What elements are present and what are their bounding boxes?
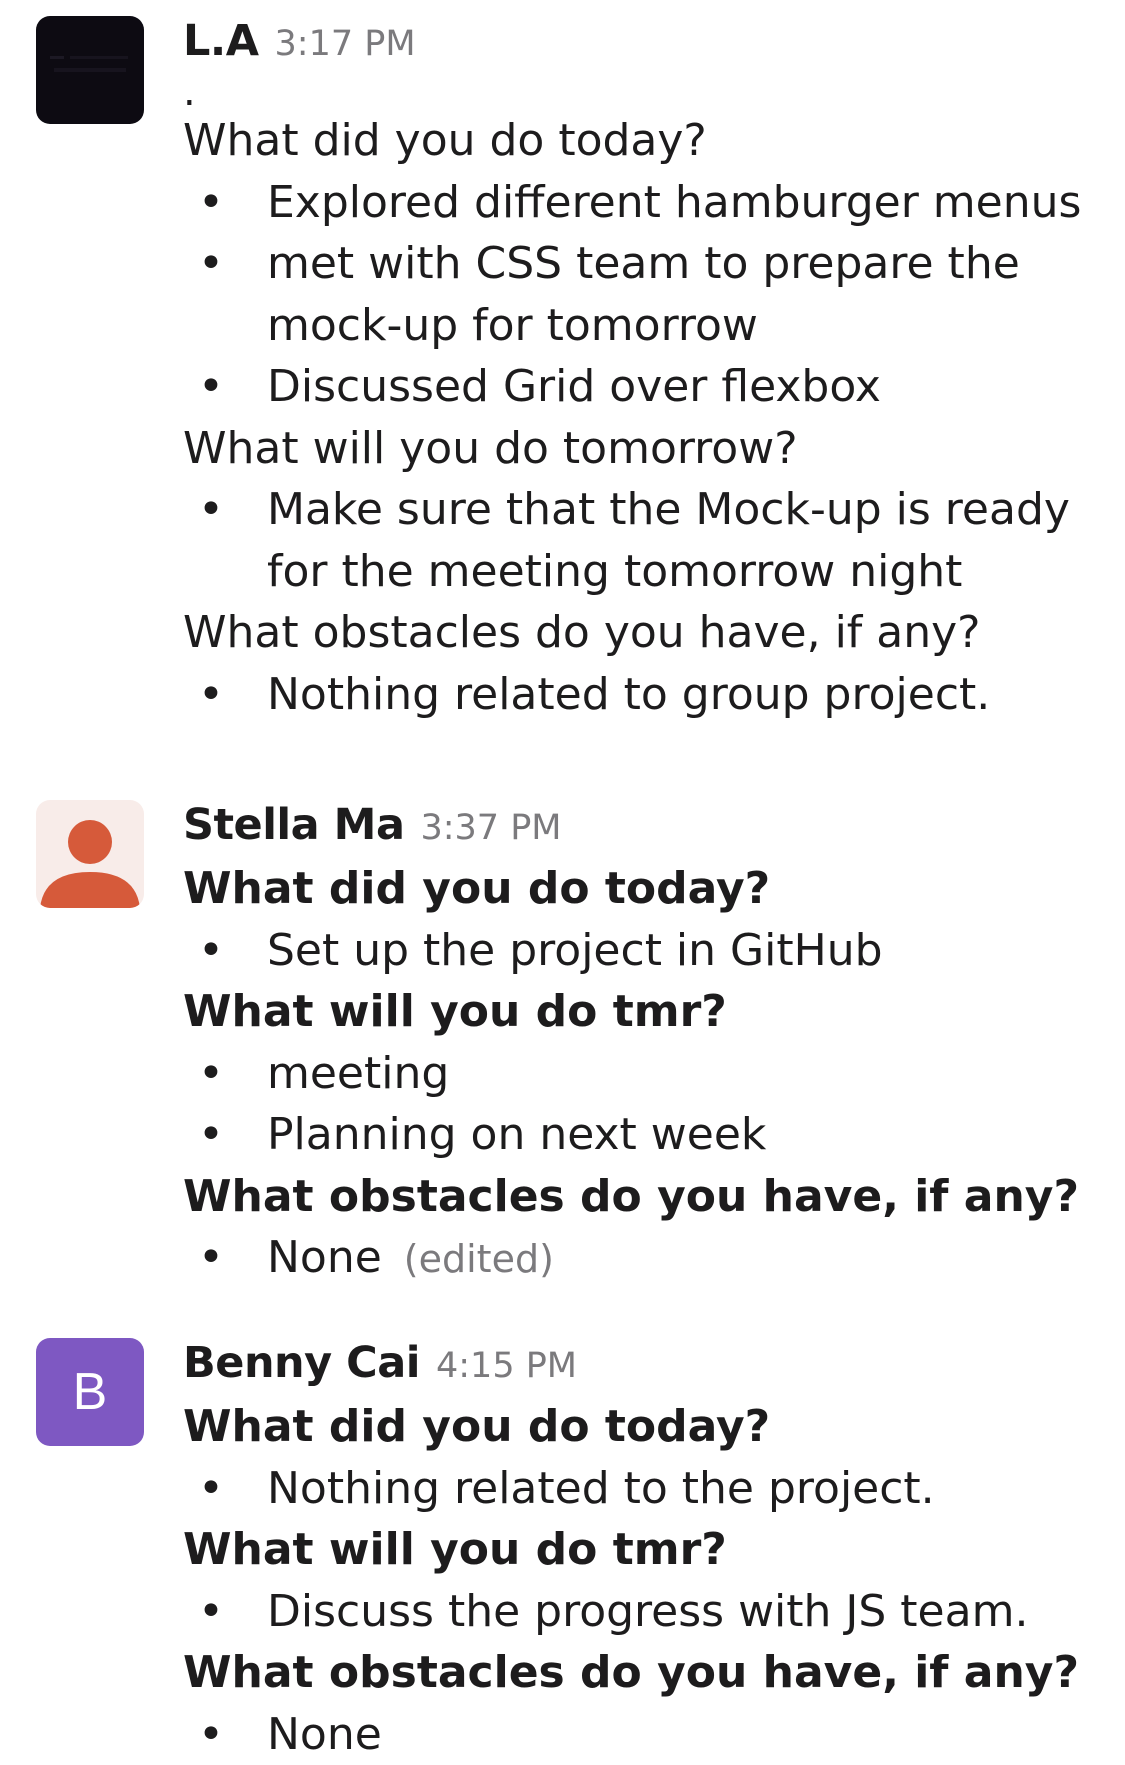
list-item: •Discuss the progress with JS team. xyxy=(183,1581,1105,1643)
list-item: •None xyxy=(183,1704,1105,1765)
message-body: Stella Ma 3:37 PM What did you do today?… xyxy=(183,800,1105,1291)
bullet-icon: • xyxy=(196,1581,226,1643)
bullet-icon: • xyxy=(196,920,226,982)
message-body: Benny Cai 4:15 PM What did you do today?… xyxy=(183,1338,1105,1765)
list-item: •None(edited) xyxy=(183,1227,1105,1291)
avatar[interactable] xyxy=(36,800,144,908)
list-item: •Set up the project in GitHub xyxy=(183,920,1105,982)
bullet-list: •Nothing related to group project. xyxy=(183,664,1105,726)
question-heading: What will you do tmr? xyxy=(183,981,1105,1043)
bullet-list: •Make sure that the Mock-up is ready for… xyxy=(183,479,1105,602)
question-heading: What did you do today? xyxy=(183,1396,1105,1458)
avatar[interactable] xyxy=(36,16,144,124)
message-header: Benny Cai 4:15 PM xyxy=(183,1338,1105,1396)
question-heading: What obstacles do you have, if any? xyxy=(183,1642,1105,1704)
list-item: •Make sure that the Mock-up is ready xyxy=(183,479,1105,541)
list-item: •Nothing related to the project. xyxy=(183,1458,1105,1520)
bullet-icon: • xyxy=(196,1458,226,1520)
avatar[interactable]: B xyxy=(36,1338,144,1446)
message-feed: L.A 3:17 PM . What did you do today? •Ex… xyxy=(0,0,1125,1754)
bullet-list: •Explored different hamburger menus •met… xyxy=(183,172,1105,418)
bullet-icon: • xyxy=(196,479,226,541)
bullet-icon: • xyxy=(196,1104,226,1166)
author-name[interactable]: L.A xyxy=(183,16,259,66)
list-item: •Explored different hamburger menus xyxy=(183,172,1105,234)
question-heading: What will you do tmr? xyxy=(183,1519,1105,1581)
bullet-list: •Set up the project in GitHub xyxy=(183,920,1105,982)
timestamp[interactable]: 4:15 PM xyxy=(436,1346,577,1386)
question-heading: What obstacles do you have, if any? xyxy=(183,1166,1105,1228)
message-body: L.A 3:17 PM . What did you do today? •Ex… xyxy=(183,16,1105,725)
question-heading: What did you do today? xyxy=(183,110,1105,172)
list-item: •Planning on next week xyxy=(183,1104,1105,1166)
author-name[interactable]: Stella Ma xyxy=(183,800,404,850)
edited-label: (edited) xyxy=(404,1237,554,1281)
list-item-continuation: for the meeting tomorrow night xyxy=(183,541,1105,603)
bullet-icon: • xyxy=(196,233,226,295)
list-item: •met with CSS team to prepare the xyxy=(183,233,1105,295)
timestamp[interactable]: 3:37 PM xyxy=(420,808,561,848)
list-item: •meeting xyxy=(183,1043,1105,1105)
bullet-icon: • xyxy=(196,664,226,726)
bullet-list: •None(edited) xyxy=(183,1227,1105,1291)
message-lead: . xyxy=(183,74,1105,110)
bullet-list: •meeting •Planning on next week xyxy=(183,1043,1105,1166)
message-header: L.A 3:17 PM xyxy=(183,16,1105,74)
avatar-letter: B xyxy=(73,1366,108,1418)
author-name[interactable]: Benny Cai xyxy=(183,1338,420,1388)
question-heading: What will you do tomorrow? xyxy=(183,418,1105,480)
question-heading: What obstacles do you have, if any? xyxy=(183,602,1105,664)
bullet-list: •Discuss the progress with JS team. xyxy=(183,1581,1105,1643)
list-item: •Nothing related to group project. xyxy=(183,664,1105,726)
message-header: Stella Ma 3:37 PM xyxy=(183,800,1105,858)
bullet-icon: • xyxy=(196,1227,226,1289)
question-heading: What did you do today? xyxy=(183,858,1105,920)
list-item: •Discussed Grid over flexbox xyxy=(183,356,1105,418)
logo-icon xyxy=(48,46,132,90)
bullet-list: •Nothing related to the project. xyxy=(183,1458,1105,1520)
bullet-icon: • xyxy=(196,1704,226,1765)
person-icon xyxy=(36,800,144,908)
bullet-list: •None xyxy=(183,1704,1105,1765)
list-item-continuation: mock-up for tomorrow xyxy=(183,295,1105,357)
bullet-icon: • xyxy=(196,356,226,418)
bullet-icon: • xyxy=(196,172,226,234)
bullet-icon: • xyxy=(196,1043,226,1105)
timestamp[interactable]: 3:17 PM xyxy=(275,24,416,64)
